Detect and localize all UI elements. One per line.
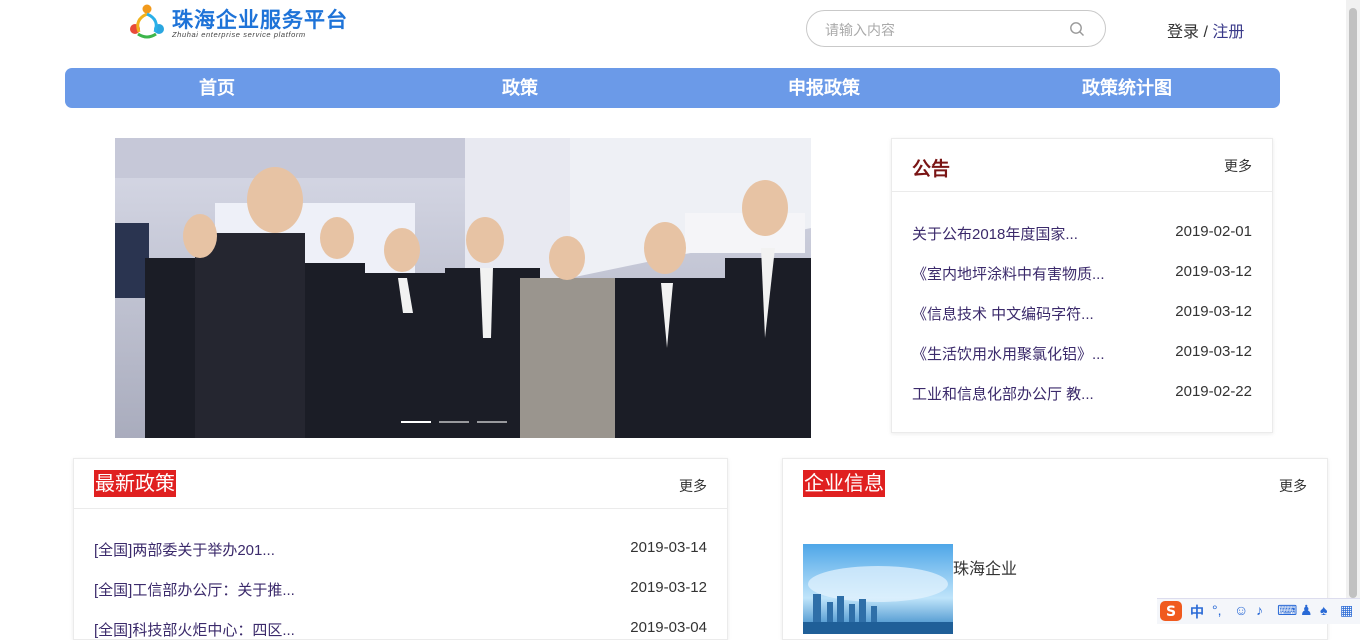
notice-item-title[interactable]: 《信息技术 中文编码字符... xyxy=(912,303,1094,324)
notice-item-date: 2019-03-12 xyxy=(1175,303,1252,320)
notice-item-title[interactable]: 《室内地坪涂料中有害物质... xyxy=(912,263,1105,284)
notice-title: 公告 xyxy=(912,159,951,180)
emoji-icon[interactable]: ☺ xyxy=(1234,602,1248,618)
latest-policy-more-link[interactable]: 更多 xyxy=(679,476,707,496)
notice-item[interactable]: 《生活饮用水用聚氯化铝》... 2019-03-12 xyxy=(912,343,1252,363)
carousel-dot-1[interactable] xyxy=(401,421,431,423)
skin-icon[interactable]: ♠ xyxy=(1320,602,1327,618)
notice-item-date: 2019-02-01 xyxy=(1175,223,1252,240)
policy-item-date: 2019-03-04 xyxy=(630,619,707,636)
search-icon[interactable] xyxy=(1069,21,1085,37)
notice-item-title[interactable]: 关于公布2018年度国家... xyxy=(912,223,1078,244)
svg-text:S: S xyxy=(1166,604,1176,620)
policy-item[interactable]: [全国]两部委关于举办201... 2019-03-14 xyxy=(94,539,707,559)
latest-policy-title: 最新政策 xyxy=(94,470,176,497)
policy-item-date: 2019-03-12 xyxy=(630,579,707,596)
notice-more-link[interactable]: 更多 xyxy=(1224,156,1252,176)
scrollbar-thumb[interactable] xyxy=(1349,8,1357,598)
policy-item-title[interactable]: [全国]两部委关于举办201... xyxy=(94,539,275,560)
policy-item[interactable]: [全国]工信部办公厅：关于推... 2019-03-12 xyxy=(94,579,707,599)
notice-item[interactable]: 《室内地坪涂料中有害物质... 2019-03-12 xyxy=(912,263,1252,283)
policy-item[interactable]: [全国]科技部火炬中心：四区... 2019-03-04 xyxy=(94,619,707,639)
company-info-header: 企业信息 更多 xyxy=(783,459,1327,508)
user-icon[interactable]: ♟ xyxy=(1300,602,1313,619)
notice-item[interactable]: 工业和信息化部办公厅 教... 2019-02-22 xyxy=(912,383,1252,403)
notice-item-title[interactable]: 《生活饮用水用聚氯化铝》... xyxy=(912,343,1105,364)
auth-links: 登录 / 注册 xyxy=(1167,18,1244,42)
nav-policy[interactable]: 政策 xyxy=(420,68,620,108)
register-link[interactable]: 注册 xyxy=(1212,24,1244,41)
nav-apply-policy[interactable]: 申报政策 xyxy=(724,68,924,108)
notice-card: 公告 更多 关于公布2018年度国家... 2019-02-01 《室内地坪涂料… xyxy=(891,138,1273,433)
logo-subtitle: Zhuhai enterprise service platform xyxy=(172,30,306,39)
policy-item-date: 2019-03-14 xyxy=(630,539,707,556)
company-image[interactable] xyxy=(803,544,953,634)
auth-separator: / xyxy=(1199,24,1213,41)
microphone-icon[interactable]: ♪ xyxy=(1256,602,1263,618)
company-info-title: 企业信息 xyxy=(803,470,885,497)
company-name[interactable]: 珠海企业 xyxy=(953,555,1017,579)
nav-policy-stats[interactable]: 政策统计图 xyxy=(1027,68,1227,108)
policy-item-title[interactable]: [全国]科技部火炬中心：四区... xyxy=(94,619,295,640)
keyboard-icon[interactable]: ⌨ xyxy=(1277,602,1297,619)
ime-lang-toggle[interactable]: 中 xyxy=(1190,602,1204,622)
search-box xyxy=(806,10,1106,47)
carousel-dot-2[interactable] xyxy=(439,421,469,423)
notice-item[interactable]: 《信息技术 中文编码字符... 2019-03-12 xyxy=(912,303,1252,323)
carousel-indicators xyxy=(401,421,511,425)
policy-item-title[interactable]: [全国]工信部办公厅：关于推... xyxy=(94,579,295,600)
notice-item-title[interactable]: 工业和信息化部办公厅 教... xyxy=(912,383,1094,404)
banner-carousel[interactable] xyxy=(115,138,811,438)
notice-item-date: 2019-03-12 xyxy=(1175,263,1252,280)
punctuation-icon[interactable]: °, xyxy=(1212,602,1222,618)
login-link[interactable]: 登录 xyxy=(1167,24,1199,41)
banner-image xyxy=(115,138,811,438)
notice-item-date: 2019-03-12 xyxy=(1175,343,1252,360)
latest-policy-card: 最新政策 更多 [全国]两部委关于举办201... 2019-03-14 [全国… xyxy=(73,458,728,640)
company-more-link[interactable]: 更多 xyxy=(1279,476,1307,496)
notice-item[interactable]: 关于公布2018年度国家... 2019-02-01 xyxy=(912,223,1252,243)
sogou-logo-icon[interactable]: S xyxy=(1159,600,1183,622)
notice-card-header: 公告 更多 xyxy=(892,139,1272,192)
carousel-dot-3[interactable] xyxy=(477,421,507,423)
main-nav: 首页 政策 申报政策 政策统计图 xyxy=(65,68,1280,108)
toolbox-icon[interactable]: ▦ xyxy=(1340,602,1353,619)
page-scrollbar[interactable] xyxy=(1346,0,1360,623)
notice-item-date: 2019-02-22 xyxy=(1175,383,1252,400)
ime-toolbar: S 中 °, ☺ ♪ ⌨ ♟ ♠ ▦ xyxy=(1157,598,1360,624)
search-input[interactable] xyxy=(823,19,1067,41)
nav-home[interactable]: 首页 xyxy=(117,68,317,108)
logo-icon xyxy=(130,4,164,39)
site-logo[interactable]: 珠海企业服务平台 Zhuhai enterprise service platf… xyxy=(128,2,348,42)
latest-policy-header: 最新政策 更多 xyxy=(74,459,727,509)
company-thumbnail xyxy=(803,544,953,634)
